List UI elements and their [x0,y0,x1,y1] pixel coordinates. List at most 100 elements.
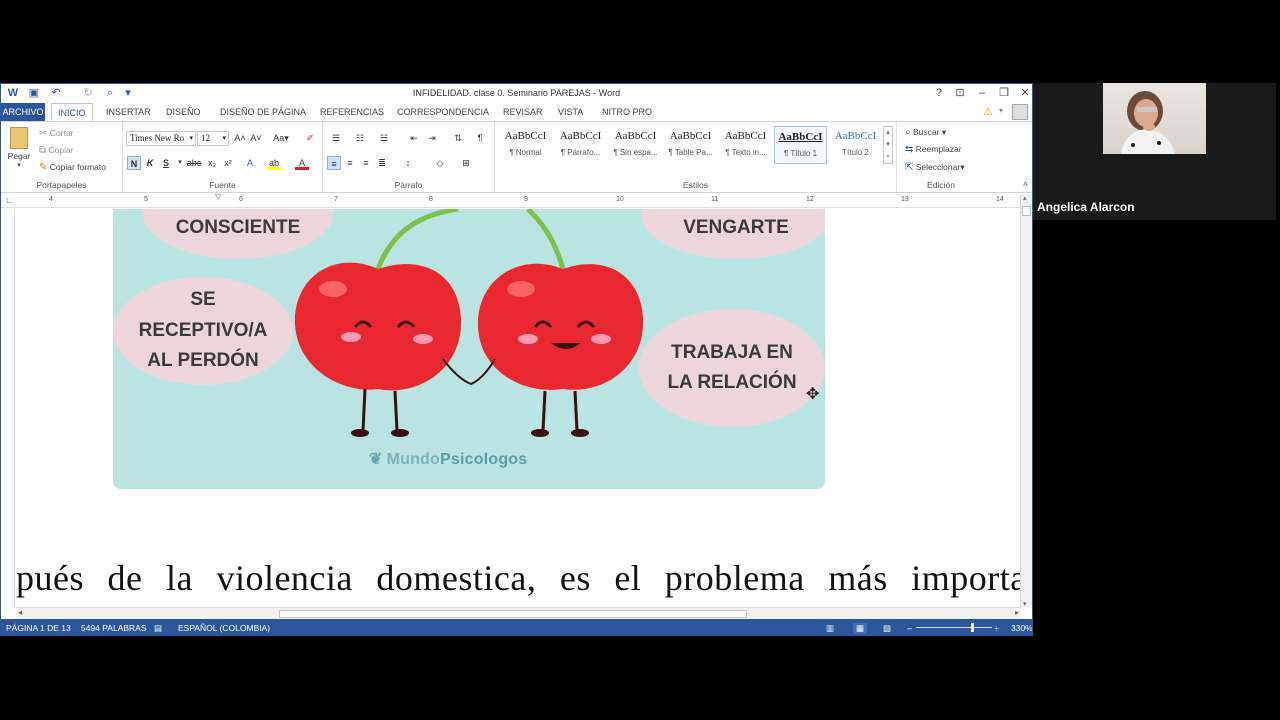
line-spacing-icon[interactable]: ↕ [401,156,415,170]
select-button[interactable]: ⇱ Seleccionar▾ [905,162,964,173]
ruler-mark: 11 [711,196,719,203]
tab-vista[interactable]: VISTA [552,103,589,121]
style-titulo-2[interactable]: AaBbCcI Título 2 [829,126,882,164]
highlight-icon[interactable]: ab [267,156,281,170]
read-mode-icon[interactable]: ▥ [826,623,834,634]
find-button[interactable]: ⌕ Buscar ▾ [905,127,946,138]
scroll-up-icon[interactable]: ▴ [1023,194,1027,202]
tab-correspondencia[interactable]: CORRESPONDENCIA [391,103,495,121]
language-status[interactable]: ESPAÑOL (COLOMBIA) [178,623,270,633]
increase-indent-icon[interactable]: ⇥ [425,131,439,145]
tab-revisar[interactable]: REVISAR [497,103,549,121]
align-center-icon[interactable]: ≡ [343,156,357,170]
bold-button[interactable]: N [127,156,141,170]
borders-icon[interactable]: ⊞ [459,156,473,170]
ruler-mark: 5 [144,196,148,203]
horizontal-scrollbar[interactable]: ◂ ▸ [16,607,1021,619]
format-painter-button[interactable]: ✎ Copiar formato [39,162,106,173]
tab-selector-icon[interactable]: ∟ [5,195,14,205]
zoom-out-icon[interactable]: – [907,623,912,633]
tab-referencias[interactable]: REFERENCIAS [314,103,390,121]
zoom-level[interactable]: 330% [1011,623,1032,633]
style-sin-espaciado[interactable]: AaBbCcI ¶ Sin espa... [609,126,662,164]
user-avatar[interactable] [1012,104,1028,120]
print-layout-icon[interactable]: ▦ [853,623,868,634]
video-tile[interactable]: Angelica Alarcon [1033,83,1276,220]
paste-label: Pegar [7,151,31,161]
italic-button[interactable]: K [143,156,157,170]
shading-icon[interactable]: ◇ [433,156,447,170]
help-button[interactable]: ? [930,85,948,101]
styles-scroll[interactable]: ▴ ▾ ⩡ [883,126,893,164]
indent-marker-icon[interactable]: ▽ [215,192,221,201]
horizontal-ruler[interactable]: ∟ 4 5 6 7 8 9 10 11 12 13 14 ▽ [1,192,1032,208]
style-table-paragraph[interactable]: AaBbCcI ¶ Table Pa... [664,126,717,164]
body-paragraph[interactable]: pués de la violencia domestica, es el pr… [16,557,1020,599]
change-case-icon[interactable]: Aa▾ [271,131,291,145]
ruler-mark: 8 [429,196,433,203]
strikethrough-button[interactable]: abc [185,156,203,170]
decrease-indent-icon[interactable]: ⇤ [407,131,421,145]
bullets-icon[interactable]: ☰ [329,131,343,145]
tab-inicio[interactable]: INICIO [51,103,93,121]
align-left-icon[interactable]: ≡ [327,156,341,170]
document-area[interactable]: CONSCIENTE VENGARTE SE RECEPTIVO/A AL PE… [16,209,1020,607]
font-color-icon[interactable]: A [295,156,309,170]
scroll-down-icon[interactable]: ▾ [1023,600,1027,608]
sort-icon[interactable]: ⇅ [451,131,465,145]
ruler-mark: 6 [239,196,243,203]
participant-name: Angelica Alarcon [1037,200,1135,214]
font-name-combo[interactable]: Times New Ro ▾ [126,131,196,146]
superscript-button[interactable]: x² [221,156,235,170]
collapse-ribbon-icon[interactable]: ˄ [1023,179,1028,189]
show-formatting-icon[interactable]: ¶ [473,131,487,145]
style-name: ¶ Normal [509,148,542,157]
numbering-icon[interactable]: ☷ [353,131,367,145]
cut-button[interactable]: ✂ Cortar [39,128,73,139]
vertical-scrollbar[interactable]: ▴ ▾ [1020,194,1032,608]
warning-icon[interactable]: ⚠ [983,105,993,118]
word-count[interactable]: 5494 PALABRAS [81,623,147,633]
horizontal-scroll-thumb[interactable] [279,610,747,618]
ribbon-display-icon[interactable]: ⊡ [951,85,969,101]
style-texto-independiente[interactable]: AaBbCcI ¶ Texto in... [719,126,772,164]
justify-icon[interactable]: ≣ [375,156,389,170]
underline-button[interactable]: S [159,156,173,170]
copy-button[interactable]: ⧉ Copiar [39,145,74,156]
paste-button[interactable]: Pegar ▾ [7,127,31,171]
replace-button[interactable]: ⇆ Reemplazar [905,144,962,155]
tab-nitro-pro[interactable]: NITRO PRO [596,103,658,121]
account-dropdown-icon[interactable]: ▾ [999,106,1003,115]
cherries-illustration: CONSCIENTE VENGARTE SE RECEPTIVO/A AL PE… [113,209,825,489]
page-count[interactable]: PÁGINA 1 DE 13 [6,623,71,633]
tab-insertar[interactable]: INSERTAR [100,103,157,121]
zoom-slider[interactable] [916,627,992,628]
style-sample: AaBbCcI [778,131,823,143]
grow-font-icon[interactable]: A˄ [233,131,247,145]
close-button[interactable]: ✕ [1016,85,1032,101]
clear-formatting-icon[interactable]: ✐ [303,131,317,145]
text-effects-icon[interactable]: A [243,156,257,170]
font-size-combo[interactable]: 12 ▾ [197,131,229,146]
scroll-right-icon[interactable]: ▸ [1015,608,1019,617]
align-right-icon[interactable]: ≡ [359,156,373,170]
shrink-font-icon[interactable]: A˅ [249,131,263,145]
multilevel-list-icon[interactable]: ☱ [377,131,391,145]
tab-archivo[interactable]: ARCHIVO [1,103,45,121]
paragraph-group: ☰ ☷ ☱ ⇤ ⇥ ⇅ ¶ ≡ ≡ ≡ ≣ ↕ ◇ ⊞ Párrafo [323,122,495,192]
vertical-scroll-thumb[interactable] [1022,206,1031,216]
restore-button[interactable]: ❐ [995,85,1013,101]
web-layout-icon[interactable]: ▧ [883,623,891,634]
style-parrafo[interactable]: AaBbCcI ¶ Párrafo... [554,126,607,164]
proofing-icon[interactable]: ▤ [154,623,162,634]
zoom-in-icon[interactable]: + [994,623,999,633]
minimize-button[interactable]: – [973,85,991,101]
subscript-button[interactable]: x₂ [205,156,219,170]
tab-diseno[interactable]: DISEÑO [160,103,207,121]
zoom-slider-thumb[interactable] [971,623,974,632]
scroll-left-icon[interactable]: ◂ [18,608,22,617]
tab-diseno-pagina[interactable]: DISEÑO DE PÁGINA [214,103,312,121]
style-normal[interactable]: AaBbCcI ¶ Normal [499,126,552,164]
vertical-ruler[interactable] [1,209,15,609]
style-titulo-1[interactable]: AaBbCcI ¶ Título 1 [774,126,827,164]
